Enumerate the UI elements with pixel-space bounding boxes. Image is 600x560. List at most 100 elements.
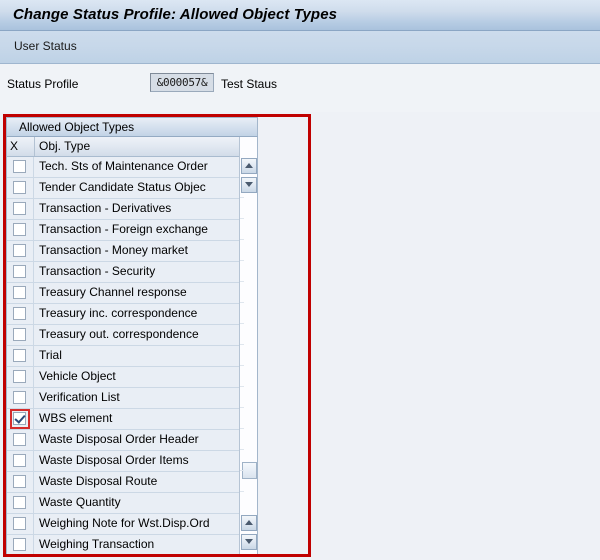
table-row[interactable]: Waste Disposal Order Items: [7, 451, 239, 472]
row-checkbox[interactable]: [13, 517, 26, 530]
column-header-x[interactable]: X: [10, 139, 34, 153]
row-checkbox[interactable]: [13, 391, 26, 404]
row-checkbox-cell[interactable]: [7, 241, 34, 261]
row-label: Treasury Channel response: [39, 285, 187, 299]
row-label: Transaction - Foreign exchange: [39, 222, 208, 236]
row-label: Trial: [39, 348, 62, 362]
scrollbar-tick: [240, 449, 244, 450]
table-row[interactable]: Transaction - Foreign exchange: [7, 220, 239, 241]
table-row[interactable]: Treasury inc. correspondence: [7, 304, 239, 325]
scrollbar-tick: [240, 344, 244, 345]
column-header-obj-type[interactable]: Obj. Type: [39, 139, 90, 153]
scrollbar-tick: [240, 323, 244, 324]
scrollbar-tick: [240, 260, 244, 261]
row-checkbox-cell[interactable]: [7, 367, 34, 387]
table-row[interactable]: Transaction - Security: [7, 262, 239, 283]
table-group-title: Allowed Object Types: [19, 120, 134, 134]
row-label: Treasury out. correspondence: [39, 327, 199, 341]
scroll-up-button-top[interactable]: [241, 158, 257, 174]
row-label: Tender Candidate Status Objec: [39, 180, 206, 194]
row-checkbox-cell[interactable]: [7, 178, 34, 198]
row-checkbox-cell[interactable]: [7, 346, 34, 366]
tab-user-status[interactable]: User Status: [14, 39, 77, 53]
row-checkbox-cell[interactable]: [7, 304, 34, 324]
table-group-header: Allowed Object Types: [6, 117, 258, 137]
scrollbar-thumb[interactable]: [242, 462, 257, 479]
scrollbar-tick: [240, 281, 244, 282]
status-profile-label: Status Profile: [7, 77, 78, 91]
row-label: Treasury inc. correspondence: [39, 306, 197, 320]
table-row[interactable]: Treasury out. correspondence: [7, 325, 239, 346]
vertical-scrollbar[interactable]: [239, 137, 258, 555]
form-area: Status Profile &000057& Test Staus: [0, 64, 600, 112]
table-row[interactable]: Trial: [7, 346, 239, 367]
row-checkbox[interactable]: [13, 307, 26, 320]
table-row[interactable]: Tender Candidate Status Objec: [7, 178, 239, 199]
row-checkbox-cell[interactable]: [7, 430, 34, 450]
table-row[interactable]: Treasury Channel response: [7, 283, 239, 304]
row-checkbox[interactable]: [13, 538, 26, 551]
row-checkbox[interactable]: [13, 160, 26, 173]
row-checkbox-cell[interactable]: [7, 283, 34, 303]
row-checkbox[interactable]: [13, 370, 26, 383]
scrollbar-tick: [240, 218, 244, 219]
row-checkbox-cell[interactable]: [7, 409, 34, 429]
table-column-header-row: X Obj. Type: [6, 137, 258, 157]
scroll-down-button-bottom[interactable]: [241, 534, 257, 550]
table-row[interactable]: Weighing Transaction: [7, 535, 239, 555]
table-row[interactable]: WBS element: [7, 409, 239, 430]
row-checkbox[interactable]: [13, 181, 26, 194]
triangle-up-icon: [245, 163, 253, 168]
row-checkbox-cell[interactable]: [7, 472, 34, 492]
triangle-down-icon: [245, 539, 253, 544]
table-row[interactable]: Transaction - Derivatives: [7, 199, 239, 220]
row-checkbox[interactable]: [13, 286, 26, 299]
row-checkbox-cell[interactable]: [7, 325, 34, 345]
row-checkbox-cell[interactable]: [7, 535, 34, 555]
row-checkbox-cell[interactable]: [7, 199, 34, 219]
row-checkbox-cell[interactable]: [7, 157, 34, 177]
table-row[interactable]: Verification List: [7, 388, 239, 409]
table-row[interactable]: Tech. Sts of Maintenance Order: [7, 157, 239, 178]
table-row[interactable]: Transaction - Money market: [7, 241, 239, 262]
row-label: Transaction - Security: [39, 264, 155, 278]
row-checkbox[interactable]: [13, 328, 26, 341]
row-checkbox-cell[interactable]: [7, 262, 34, 282]
row-checkbox[interactable]: [13, 433, 26, 446]
tab-strip: User Status: [0, 31, 600, 64]
scroll-down-button-top[interactable]: [241, 177, 257, 193]
row-checkbox-cell[interactable]: [7, 514, 34, 534]
triangle-down-icon: [245, 182, 253, 187]
row-checkbox[interactable]: [13, 349, 26, 362]
row-checkbox[interactable]: [13, 244, 26, 257]
row-checkbox[interactable]: [13, 265, 26, 278]
scrollbar-tick: [240, 302, 244, 303]
table-row[interactable]: Vehicle Object: [7, 367, 239, 388]
table-row[interactable]: Weighing Note for Wst.Disp.Ord: [7, 514, 239, 535]
scrollbar-tick: [240, 470, 244, 471]
row-checkbox[interactable]: [13, 475, 26, 488]
row-checkbox-cell[interactable]: [7, 493, 34, 513]
row-checkbox[interactable]: [13, 202, 26, 215]
scroll-up-button-bottom[interactable]: [241, 515, 257, 531]
row-checkbox[interactable]: [13, 454, 26, 467]
row-label: Weighing Note for Wst.Disp.Ord: [39, 516, 210, 530]
row-checkbox-cell[interactable]: [7, 220, 34, 240]
table-row[interactable]: Waste Disposal Route: [7, 472, 239, 493]
scrollbar-tick: [240, 197, 244, 198]
row-checkbox[interactable]: [13, 412, 26, 425]
row-checkbox[interactable]: [13, 496, 26, 509]
status-profile-input[interactable]: &000057&: [150, 73, 214, 92]
scrollbar-tick: [240, 365, 244, 366]
scrollbar-tick: [240, 386, 244, 387]
table-row[interactable]: Waste Quantity: [7, 493, 239, 514]
row-checkbox[interactable]: [13, 223, 26, 236]
page-title: Change Status Profile: Allowed Object Ty…: [13, 6, 337, 23]
column-separator: [34, 137, 35, 156]
scrollbar-tick: [240, 407, 244, 408]
row-label: Tech. Sts of Maintenance Order: [39, 159, 208, 173]
row-checkbox-cell[interactable]: [7, 451, 34, 471]
table-row[interactable]: Waste Disposal Order Header: [7, 430, 239, 451]
row-checkbox-cell[interactable]: [7, 388, 34, 408]
row-label: Waste Quantity: [39, 495, 121, 509]
